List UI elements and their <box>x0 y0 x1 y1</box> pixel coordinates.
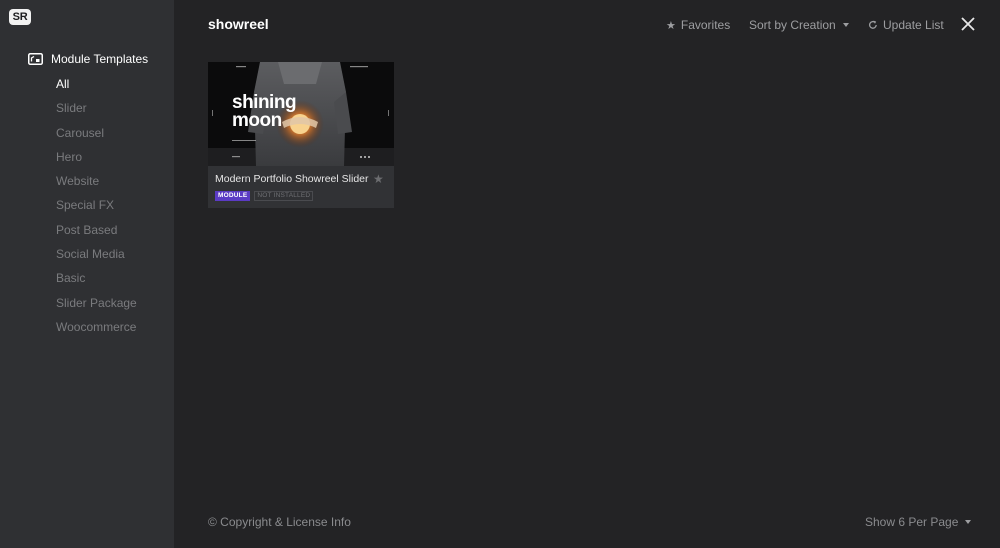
template-thumbnail: shining moon <box>208 62 394 166</box>
install-status-badge: NOT INSTALLED <box>254 191 314 201</box>
update-list-label: Update List <box>883 18 944 32</box>
category-item-carousel[interactable]: Carousel <box>56 125 137 149</box>
thumbnail-caption-line: moon <box>232 110 282 131</box>
app-logo: SR <box>9 9 31 25</box>
sort-dropdown[interactable]: Sort by Creation <box>749 17 849 33</box>
category-item-slider[interactable]: Slider <box>56 100 137 124</box>
copyright-license-link[interactable]: © Copyright & License Info <box>208 515 351 529</box>
category-item-special-fx[interactable]: Special FX <box>56 197 137 221</box>
template-title: Modern Portfolio Showreel Slider <box>215 173 369 185</box>
favorites-button[interactable]: ★ Favorites <box>666 17 730 33</box>
category-item-woocommerce[interactable]: Woocommerce <box>56 319 137 343</box>
caret-down-icon <box>965 520 972 524</box>
module-templates-header[interactable]: Module Templates <box>28 51 148 67</box>
favorites-label: Favorites <box>680 18 731 32</box>
template-card[interactable]: shining moon Modern Portfolio Showreel S… <box>208 62 394 208</box>
template-badges: MODULE NOT INSTALLED <box>215 191 314 201</box>
category-item-social-media[interactable]: Social Media <box>56 246 137 270</box>
category-item-post-based[interactable]: Post Based <box>56 222 137 246</box>
per-page-label: Show 6 Per Page <box>865 515 959 529</box>
refresh-icon <box>868 20 877 29</box>
caret-down-icon <box>842 23 849 27</box>
module-templates-label: Module Templates <box>51 52 149 66</box>
category-item-hero[interactable]: Hero <box>56 149 137 173</box>
search-term-title: showreel <box>208 16 269 32</box>
category-item-website[interactable]: Website <box>56 173 137 197</box>
close-icon[interactable] <box>961 17 975 31</box>
sidebar: SR Module Templates All Slider Carousel … <box>0 0 174 548</box>
category-item-slider-package[interactable]: Slider Package <box>56 295 137 319</box>
category-list: All Slider Carousel Hero Website Special… <box>56 76 137 343</box>
template-icon <box>28 53 43 65</box>
star-icon: ★ <box>666 19 676 32</box>
sort-label: Sort by Creation <box>749 18 836 32</box>
per-page-dropdown[interactable]: Show 6 Per Page <box>865 515 972 529</box>
module-badge: MODULE <box>215 191 251 201</box>
favorite-star-icon[interactable]: ★ <box>373 172 384 186</box>
category-item-all[interactable]: All <box>56 76 137 100</box>
category-item-basic[interactable]: Basic <box>56 270 137 294</box>
thumbnail-caption: shining moon <box>232 93 297 131</box>
update-list-button[interactable]: Update List <box>868 17 944 33</box>
